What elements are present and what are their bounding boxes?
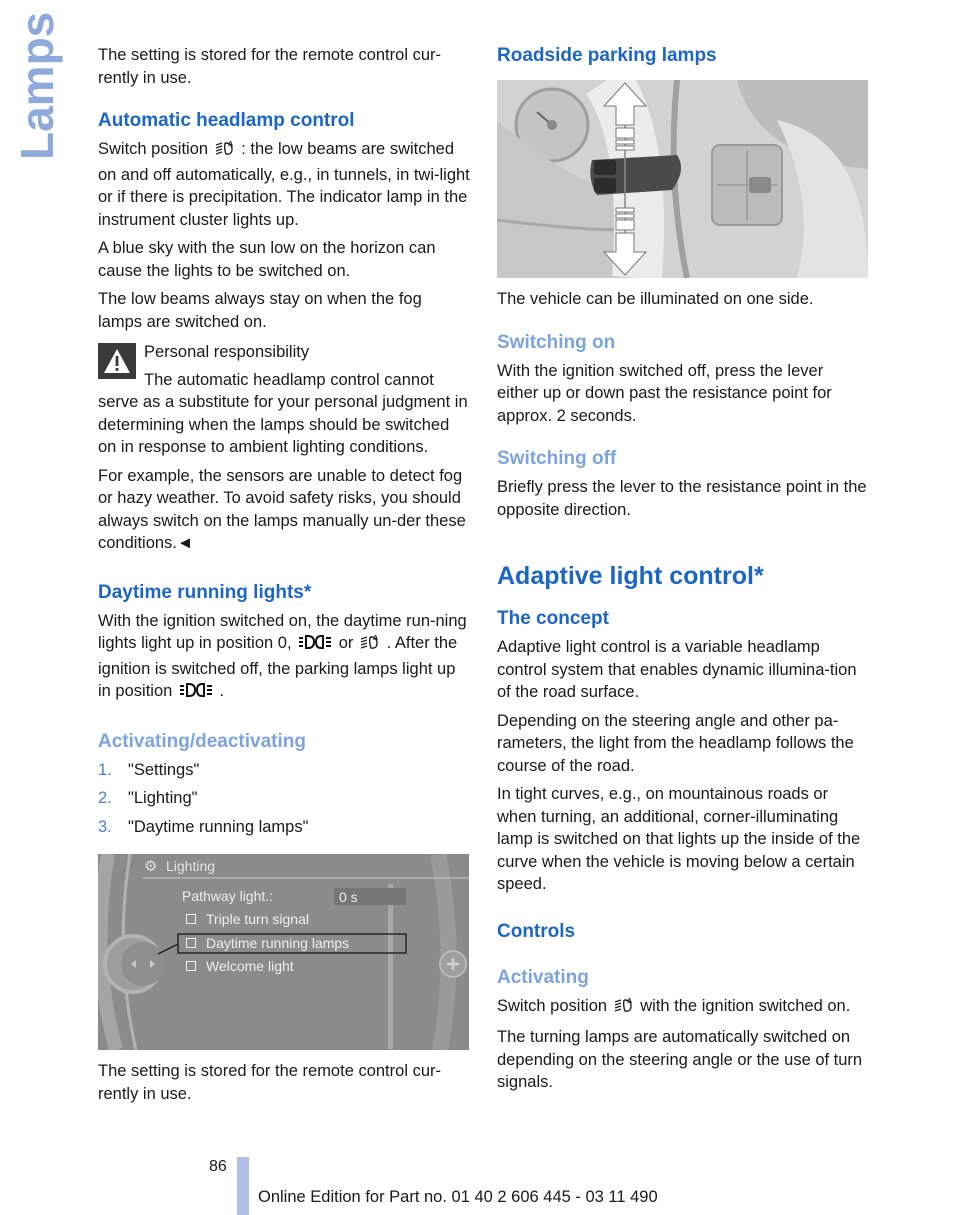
heading-roadside-parking-lamps: Roadside parking lamps bbox=[497, 45, 717, 66]
right-column: Roadside parking lamps The vehicle can b… bbox=[497, 44, 869, 1100]
heading-daytime-running-lights: Daytime running lights* bbox=[98, 581, 312, 603]
heading-adaptive-light-control: Adaptive light control* bbox=[497, 562, 764, 590]
option-daytime-running-lamps[interactable]: Daytime running lamps bbox=[186, 935, 349, 951]
chapter-title: Lamps bbox=[11, 11, 63, 160]
steps-list: 1. "Settings" 2. "Lighting" 3. "Daytime run… bbox=[98, 759, 470, 839]
concept-text-1: Adaptive light control is a variable hea… bbox=[497, 638, 857, 701]
warning-box: Personal responsibility The automatic he… bbox=[98, 341, 470, 555]
warning-text: The automatic headlamp control cannot se… bbox=[98, 370, 468, 457]
roadside-caption: The vehicle can be illuminated on one si… bbox=[497, 290, 814, 308]
steering-lever-photo bbox=[497, 80, 868, 278]
list-item: 2. "Lighting" bbox=[98, 789, 198, 807]
warning-title: Personal responsibility bbox=[144, 343, 310, 361]
parking-lights-icon bbox=[298, 633, 332, 658]
heading-activating: Activating bbox=[497, 966, 589, 988]
footer-accent-bar bbox=[237, 1157, 249, 1215]
heading-automatic-headlamp: Automatic headlamp control bbox=[98, 110, 355, 131]
auto-headlamp-paragraph-2: A blue sky with the sun low on the horiz… bbox=[98, 239, 436, 280]
gear-icon: ⚙ bbox=[144, 858, 158, 875]
auto-headlamp-paragraph-3: The low beams always stay on when the fo… bbox=[98, 290, 422, 331]
option-welcome-light[interactable]: Welcome light bbox=[186, 958, 294, 974]
auto-headlamp-paragraph: Switch position A : the low beams are sw… bbox=[98, 139, 470, 229]
svg-text:A: A bbox=[373, 635, 378, 642]
pathway-light-label: Pathway light.: bbox=[182, 888, 274, 904]
auto-headlamp-icon: A bbox=[614, 996, 634, 1021]
warning-triangle-icon bbox=[98, 343, 136, 379]
heading-switching-on: Switching on bbox=[497, 331, 616, 353]
list-item: 1. "Settings" bbox=[98, 760, 200, 779]
drl-paragraph: With the ignition switched on, the dayti… bbox=[98, 610, 470, 706]
page-number: 86 bbox=[209, 1158, 227, 1175]
auto-headlamp-icon: A bbox=[360, 633, 380, 658]
idrive-screenshot: ⚙ Lighting Pathway light.: 0 s Triple tu… bbox=[98, 854, 469, 1050]
screen-title: Lighting bbox=[166, 858, 216, 874]
pathway-light-value[interactable]: 0 s bbox=[339, 889, 358, 905]
outro-text: The setting is stored for the remote con… bbox=[98, 1062, 441, 1103]
concept-text-3: In tight curves, e.g., on mountainous ro… bbox=[497, 785, 861, 893]
option-triple-turn-signal[interactable]: Triple turn signal bbox=[186, 911, 309, 927]
svg-text:A: A bbox=[228, 141, 233, 148]
checkbox[interactable] bbox=[186, 914, 196, 924]
switching-off-text: Briefly press the lever to the resistanc… bbox=[497, 478, 867, 519]
activating-text: Switch position A with the ignition swit… bbox=[497, 995, 869, 1021]
checkbox[interactable] bbox=[186, 961, 196, 971]
list-item: 3. "Daytime running lamps" bbox=[98, 817, 309, 836]
edition-text: Online Edition for Part no. 01 40 2 606 … bbox=[258, 1188, 658, 1206]
concept-text-2: Depending on the steering angle and othe… bbox=[497, 711, 854, 775]
heading-the-concept: The concept bbox=[497, 608, 609, 629]
heading-controls: Controls bbox=[497, 920, 576, 942]
parking-lights-icon bbox=[179, 681, 213, 706]
warning-text-2: For example, the sensors are unable to d… bbox=[98, 466, 466, 553]
heading-activating-deactivating: Activating/deactivating bbox=[98, 730, 306, 752]
auto-headlamp-icon: A bbox=[215, 139, 235, 164]
intro-text: The setting is stored for the remote con… bbox=[98, 46, 441, 87]
svg-text:A: A bbox=[627, 998, 632, 1005]
checkbox[interactable] bbox=[186, 938, 196, 948]
switching-on-text: With the ignition switched off, press th… bbox=[497, 361, 832, 425]
activating-text-2: The turning lamps are automatically swit… bbox=[497, 1028, 863, 1091]
heading-switching-off: Switching off bbox=[497, 448, 617, 469]
left-column: The setting is stored for the remote con… bbox=[98, 44, 470, 1111]
